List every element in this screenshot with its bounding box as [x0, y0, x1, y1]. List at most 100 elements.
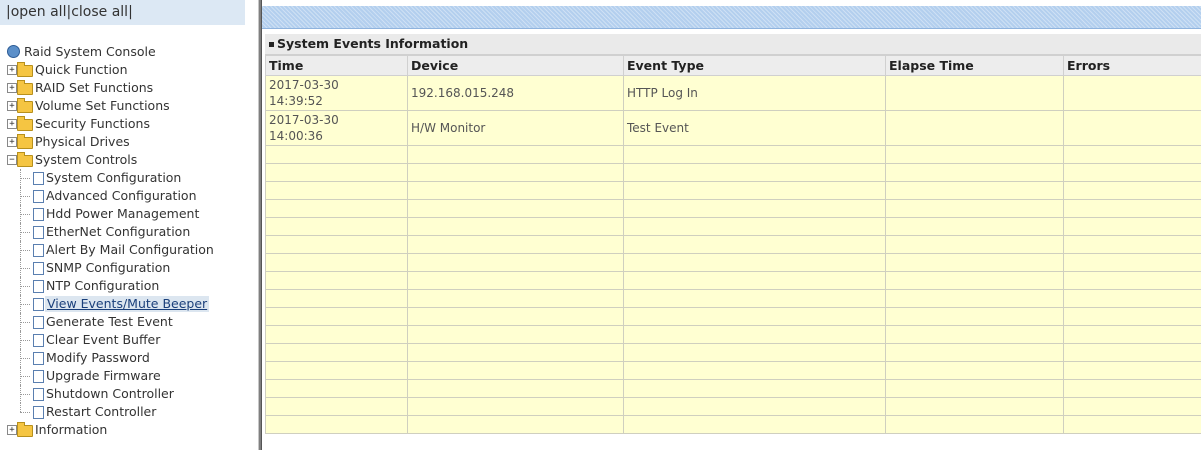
column-header-device: Device — [407, 55, 624, 76]
document-icon — [33, 298, 44, 311]
empty-table-row — [265, 217, 1201, 236]
tree-leaf-label[interactable]: Hdd Power Management — [46, 205, 199, 223]
document-icon — [33, 316, 44, 329]
empty-table-row — [265, 415, 1201, 434]
tree-leaf-modify-password[interactable]: Modify Password — [7, 349, 252, 367]
expand-icon[interactable]: + — [7, 119, 17, 129]
column-header-time: Time — [265, 55, 408, 76]
empty-cell — [1063, 145, 1201, 164]
tree-leaf-label[interactable]: View Events/Mute Beeper — [45, 296, 210, 312]
empty-cell — [1063, 343, 1201, 362]
empty-cell — [623, 307, 886, 326]
tree-leaf-shutdown-controller[interactable]: Shutdown Controller — [7, 385, 252, 403]
tree-leaf-label[interactable]: Restart Controller — [46, 403, 156, 421]
tree-leaf-ethernet-configuration[interactable]: EtherNet Configuration — [7, 223, 252, 241]
table-row: 2017-03-30 14:00:36 H/W Monitor Test Eve… — [265, 110, 1201, 146]
empty-cell — [623, 325, 886, 344]
tree-item-security-functions[interactable]: + Security Functions — [7, 115, 252, 133]
empty-cell — [265, 181, 408, 200]
tree-item-label: Security Functions — [35, 116, 150, 131]
empty-cell — [623, 289, 886, 308]
tree-leaf-label[interactable]: NTP Configuration — [46, 277, 159, 295]
empty-cell — [623, 217, 886, 236]
empty-cell — [885, 235, 1064, 254]
empty-cell — [407, 397, 624, 416]
empty-table-row — [265, 199, 1201, 218]
tree-leaf-restart-controller[interactable]: Restart Controller — [7, 403, 252, 421]
panel-title-text: System Events Information — [277, 36, 469, 51]
empty-cell — [885, 343, 1064, 362]
empty-cell — [1063, 325, 1201, 344]
tree-connector — [20, 412, 30, 413]
expand-icon[interactable]: + — [7, 137, 17, 147]
tree-leaf-label[interactable]: Generate Test Event — [46, 313, 173, 331]
empty-table-row — [265, 343, 1201, 362]
tree-leaf-upgrade-firmware[interactable]: Upgrade Firmware — [7, 367, 252, 385]
tree-leaf-label[interactable]: Advanced Configuration — [46, 187, 197, 205]
tree-item-quick-function[interactable]: + Quick Function — [7, 61, 252, 79]
cell-time: 2017-03-30 14:00:36 — [265, 110, 408, 146]
tree-leaf-label[interactable]: Clear Event Buffer — [46, 331, 160, 349]
open-all-link[interactable]: open all — [11, 4, 67, 20]
content-frame: System Events Information Time Device Ev… — [262, 0, 1201, 450]
tree-item-information[interactable]: + Information — [7, 421, 252, 439]
tree-connector — [20, 322, 30, 323]
empty-cell — [407, 163, 624, 182]
tree-leaf-alert-by-mail-configuration[interactable]: Alert By Mail Configuration — [7, 241, 252, 259]
cell-device: H/W Monitor — [407, 110, 624, 146]
collapse-icon[interactable]: − — [7, 155, 17, 165]
empty-cell — [885, 217, 1064, 236]
tree-item-label: Quick Function — [35, 62, 128, 77]
empty-cell — [1063, 379, 1201, 398]
tree-connector — [20, 304, 30, 305]
tree-leaf-advanced-configuration[interactable]: Advanced Configuration — [7, 187, 252, 205]
expand-icon[interactable]: + — [7, 101, 17, 111]
empty-cell — [623, 235, 886, 254]
tree-item-label: Physical Drives — [35, 134, 130, 149]
empty-cell — [407, 253, 624, 272]
tree-leaf-snmp-configuration[interactable]: SNMP Configuration — [7, 259, 252, 277]
tree-leaf-label[interactable]: System Configuration — [46, 169, 181, 187]
empty-table-row — [265, 307, 1201, 326]
empty-cell — [407, 217, 624, 236]
tree-leaf-label[interactable]: Alert By Mail Configuration — [46, 241, 214, 259]
document-icon — [33, 208, 44, 221]
tree-item-physical-drives[interactable]: + Physical Drives — [7, 133, 252, 151]
tree-leaf-ntp-configuration[interactable]: NTP Configuration — [7, 277, 252, 295]
empty-cell — [623, 145, 886, 164]
empty-cell — [623, 343, 886, 362]
tree-item-raid-set-functions[interactable]: + RAID Set Functions — [7, 79, 252, 97]
events-table: Time Device Event Type Elapse Time Error… — [265, 55, 1201, 434]
tree-connector — [20, 268, 30, 269]
cell-event-type: HTTP Log In — [623, 75, 886, 111]
tree-item-volume-set-functions[interactable]: + Volume Set Functions — [7, 97, 252, 115]
empty-cell — [265, 163, 408, 182]
empty-table-row — [265, 253, 1201, 272]
empty-cell — [407, 325, 624, 344]
empty-cell — [885, 361, 1064, 380]
empty-cell — [407, 415, 624, 434]
empty-table-row — [265, 181, 1201, 200]
expand-icon[interactable]: + — [7, 83, 17, 93]
cell-errors — [1063, 75, 1201, 111]
tree-leaf-label[interactable]: SNMP Configuration — [46, 259, 170, 277]
tree-root[interactable]: Raid System Console — [7, 43, 252, 61]
tree-leaf-clear-event-buffer[interactable]: Clear Event Buffer — [7, 331, 252, 349]
empty-cell — [407, 289, 624, 308]
navigation-frame: |open all|close all| Raid System Console… — [0, 0, 258, 450]
empty-cell — [885, 181, 1064, 200]
tree-item-system-controls[interactable]: − System Controls — [7, 151, 252, 169]
expand-icon[interactable]: + — [7, 65, 17, 75]
expand-icon[interactable]: + — [7, 425, 17, 435]
tree-leaf-label[interactable]: Upgrade Firmware — [46, 367, 161, 385]
tree-leaf-system-configuration[interactable]: System Configuration — [7, 169, 252, 187]
tree-leaf-label[interactable]: Modify Password — [46, 349, 150, 367]
tree-leaf-view-events-mute-beeper[interactable]: View Events/Mute Beeper — [7, 295, 252, 313]
tree-leaf-generate-test-event[interactable]: Generate Test Event — [7, 313, 252, 331]
tree-leaf-label[interactable]: Shutdown Controller — [46, 385, 174, 403]
empty-cell — [623, 181, 886, 200]
tree-leaf-hdd-power-management[interactable]: Hdd Power Management — [7, 205, 252, 223]
tree-leaf-label[interactable]: EtherNet Configuration — [46, 223, 190, 241]
close-all-link[interactable]: close all — [71, 4, 128, 20]
panel-title: System Events Information — [265, 34, 1201, 55]
